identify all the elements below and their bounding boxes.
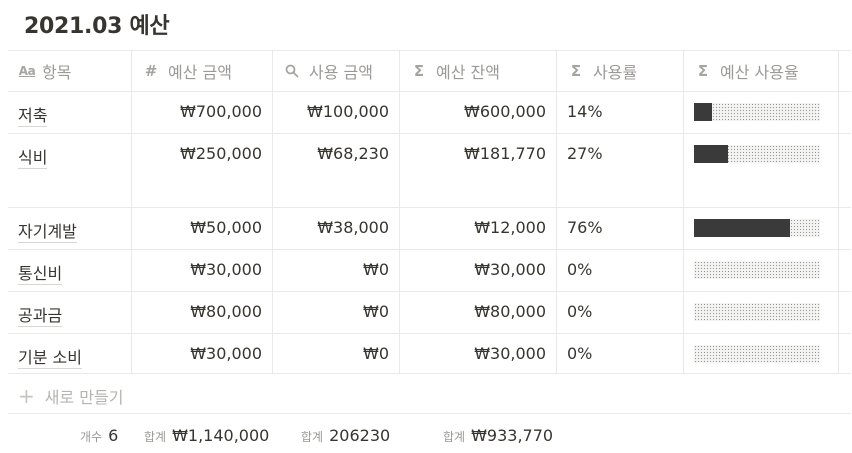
table-header-row: Aa 항목 # 예산 금액 사용 금액 Σ 예산 잔액 Σ 사용률 Σ 예산 사… (8, 51, 851, 91)
footer-count[interactable]: 개수 6 (80, 426, 118, 445)
progress-bar (694, 145, 820, 163)
calculation-footer: 개수 6 합계 ₩1,140,000 합계 206230 합계 ₩933,770 (8, 414, 851, 453)
row-name[interactable]: 식비 (8, 134, 132, 207)
table-row[interactable]: 자기계발 ₩50,000 ₩38,000 ₩12,000 76% (8, 208, 851, 249)
column-header-name[interactable]: Aa 항목 (8, 51, 132, 91)
row-budget[interactable]: ₩250,000 (132, 134, 273, 207)
row-remaining[interactable]: ₩181,770 (400, 134, 557, 207)
new-row-button[interactable]: + 새로 만들기 (8, 378, 123, 414)
footer-remaining-sum[interactable]: 합계 ₩933,770 (443, 426, 553, 445)
row-spent[interactable]: ₩68,230 (273, 134, 400, 207)
formula-icon: Σ (570, 62, 582, 80)
row-progress-cell[interactable] (684, 292, 839, 333)
column-header-progress[interactable]: Σ 예산 사용율 (684, 51, 839, 91)
row-rate[interactable]: 27% (557, 134, 684, 207)
row-rate[interactable]: 0% (557, 334, 684, 373)
column-header-budget[interactable]: # 예산 금액 (132, 51, 273, 91)
row-remaining[interactable]: ₩12,000 (400, 208, 557, 249)
column-header-spent[interactable]: 사용 금액 (273, 51, 400, 91)
row-rate[interactable]: 14% (557, 92, 684, 133)
row-budget[interactable]: ₩30,000 (132, 250, 273, 291)
row-progress-cell[interactable] (684, 334, 839, 373)
table-row[interactable]: 저축 ₩700,000 ₩100,000 ₩600,000 14% (8, 92, 851, 133)
row-rate[interactable]: 0% (557, 292, 684, 333)
row-name[interactable]: 통신비 (8, 250, 132, 291)
row-name[interactable]: 저축 (8, 92, 132, 133)
number-property-icon: # (144, 62, 158, 80)
column-header-extra (839, 51, 851, 91)
table-row[interactable]: 통신비 ₩30,000 ₩0 ₩30,000 0% (8, 250, 851, 291)
row-remaining[interactable]: ₩30,000 (400, 334, 557, 373)
row-budget[interactable]: ₩50,000 (132, 208, 273, 249)
search-icon (283, 62, 301, 80)
formula-icon: Σ (413, 62, 425, 80)
row-remaining[interactable]: ₩80,000 (400, 292, 557, 333)
row-spent[interactable]: ₩0 (273, 334, 400, 373)
page-title: 2021.03 예산 (24, 14, 170, 39)
row-rate[interactable]: 0% (557, 250, 684, 291)
table-row[interactable]: 공과금 ₩80,000 ₩0 ₩80,000 0% (8, 292, 851, 333)
text-property-icon: Aa (18, 64, 36, 78)
plus-icon: + (18, 384, 35, 408)
footer-budget-sum[interactable]: 합계 ₩1,140,000 (144, 426, 269, 445)
row-progress-cell[interactable] (684, 250, 839, 291)
row-progress-cell[interactable] (684, 208, 839, 249)
row-rate[interactable]: 76% (557, 208, 684, 249)
row-spent[interactable]: ₩38,000 (273, 208, 400, 249)
column-header-rate[interactable]: Σ 사용률 (557, 51, 684, 91)
row-remaining[interactable]: ₩30,000 (400, 250, 557, 291)
table-row[interactable]: 기분 소비 ₩30,000 ₩0 ₩30,000 0% (8, 334, 851, 373)
row-progress-cell[interactable] (684, 134, 839, 207)
row-spent[interactable]: ₩100,000 (273, 92, 400, 133)
progress-bar (694, 261, 820, 279)
row-remaining[interactable]: ₩600,000 (400, 92, 557, 133)
row-progress-cell[interactable] (684, 92, 839, 133)
footer-spent-sum[interactable]: 합계 206230 (301, 426, 390, 445)
row-spent[interactable]: ₩0 (273, 292, 400, 333)
column-header-remaining[interactable]: Σ 예산 잔액 (400, 51, 557, 91)
progress-bar (694, 219, 820, 237)
row-budget[interactable]: ₩700,000 (132, 92, 273, 133)
table-row[interactable]: 식비 ₩250,000 ₩68,230 ₩181,770 27% (8, 134, 851, 207)
row-budget[interactable]: ₩80,000 (132, 292, 273, 333)
row-name[interactable]: 자기계발 (8, 208, 132, 249)
formula-icon: Σ (697, 62, 709, 80)
row-name[interactable]: 공과금 (8, 292, 132, 333)
row-name[interactable]: 기분 소비 (8, 334, 132, 373)
progress-bar (694, 103, 820, 121)
row-spent[interactable]: ₩0 (273, 250, 400, 291)
progress-bar (694, 303, 820, 321)
row-budget[interactable]: ₩30,000 (132, 334, 273, 373)
divider (8, 373, 851, 374)
new-row-label: 새로 만들기 (44, 388, 124, 407)
progress-bar (694, 345, 820, 363)
